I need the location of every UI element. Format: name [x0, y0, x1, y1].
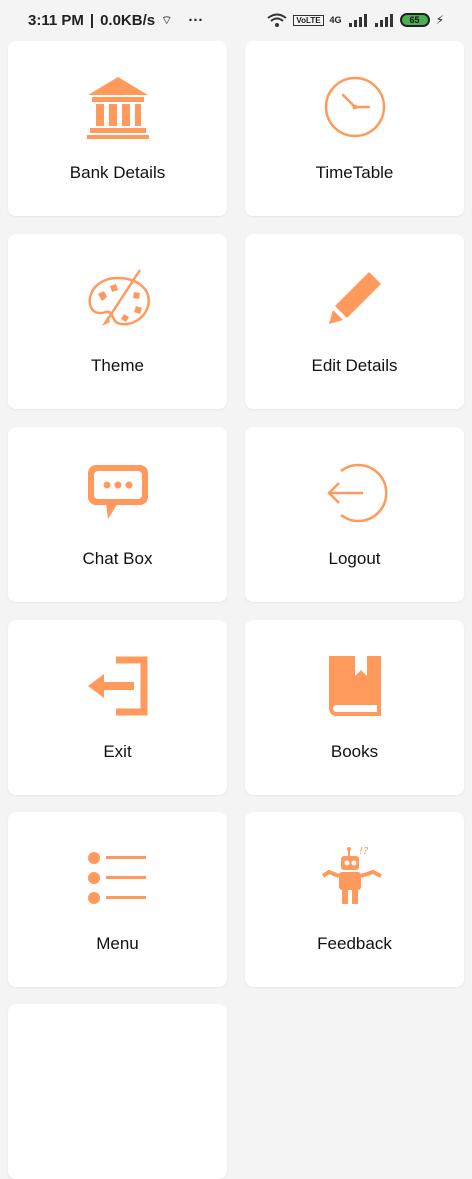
signal-icon [348, 14, 367, 27]
card-label: Edit Details [311, 356, 398, 375]
feedback-card[interactable]: !? Feedback [245, 812, 464, 987]
card-label: Exit [103, 742, 132, 761]
logout-card[interactable]: Logout [245, 427, 464, 602]
palette-icon [82, 264, 154, 336]
battery-icon: 65 [399, 13, 430, 27]
svg-text:!?: !? [359, 846, 369, 857]
card-label: Books [330, 742, 379, 761]
timetable-card[interactable]: TimeTable [245, 41, 464, 216]
books-card[interactable]: Books [245, 620, 464, 795]
signal-icon-2 [374, 14, 393, 27]
status-time: 3:11 PM [28, 11, 84, 29]
volte-icon: VoLTE [293, 14, 324, 26]
more-icon: ··· [188, 11, 204, 29]
card-label: Bank Details [69, 163, 166, 182]
exit-card[interactable]: Exit [8, 620, 227, 795]
card-label: TimeTable [315, 163, 394, 182]
exit-icon [82, 650, 154, 722]
chat-icon [82, 457, 154, 529]
wifi-icon [267, 13, 288, 27]
edit-details-card[interactable]: Edit Details [245, 234, 464, 409]
logout-icon [319, 457, 391, 529]
wifi-small-icon: ⌔ [161, 12, 173, 27]
menu-card[interactable]: Menu [8, 812, 227, 987]
bank-icon [82, 71, 154, 143]
status-bar: 3:11 PM | 0.0KB/s ⌔ ··· VoLTE 4G 65 ⚡ [28, 11, 444, 29]
card-label: Menu [96, 934, 139, 953]
bank-details-card[interactable]: Bank Details [8, 41, 227, 216]
chat-box-card[interactable]: Chat Box [8, 427, 227, 602]
network-type: 4G [329, 15, 342, 25]
book-icon [319, 650, 391, 722]
next-card-partial[interactable] [8, 1004, 227, 1179]
robot-icon: !? [319, 842, 391, 914]
theme-card[interactable]: Theme [8, 234, 227, 409]
status-speed: 0.0KB/s [100, 11, 156, 29]
card-label: Feedback [317, 934, 392, 953]
menu-list-icon [82, 842, 154, 914]
card-label: Theme [91, 356, 144, 375]
pencil-icon [319, 264, 391, 336]
card-label: Logout [328, 549, 381, 568]
clock-icon [319, 71, 391, 143]
charging-icon: ⚡ [435, 13, 444, 27]
card-label: Chat Box [82, 549, 153, 568]
